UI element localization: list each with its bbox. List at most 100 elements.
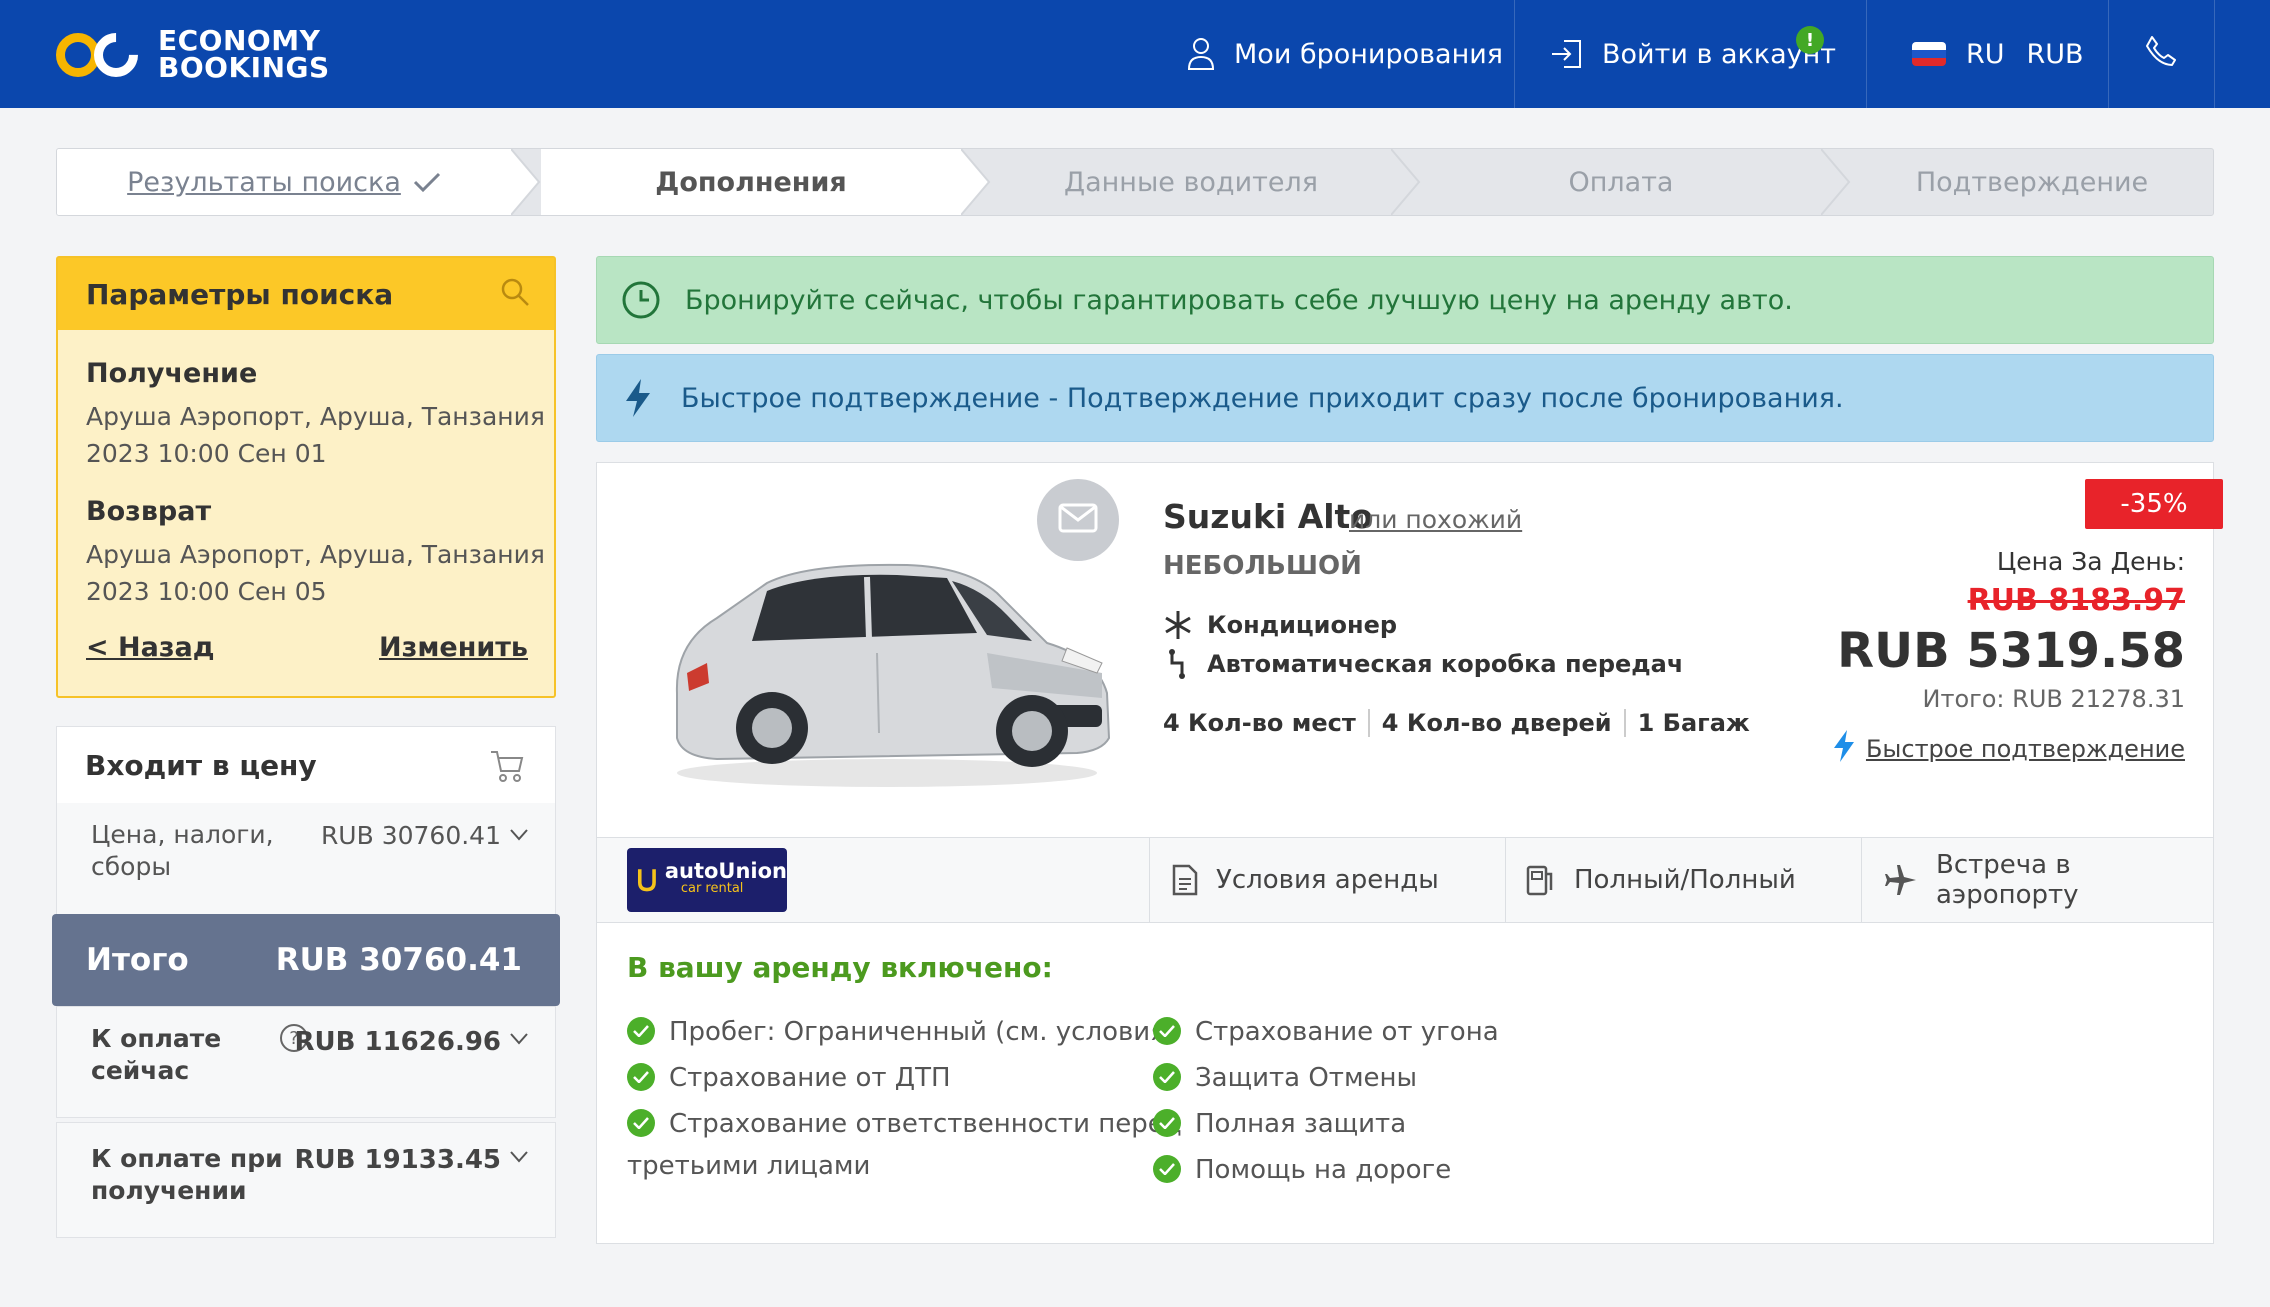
included-item: Защита Отмены <box>1153 1057 1417 1099</box>
logo-mark-icon <box>56 23 150 87</box>
check-circle-icon <box>627 1109 655 1137</box>
back-link[interactable]: < Назад <box>86 632 215 663</box>
fuel-icon <box>1526 864 1556 896</box>
phone-button[interactable] <box>2144 0 2178 108</box>
included-item: Помощь на дороге <box>1153 1149 1451 1191</box>
return-datetime: 2023 10:00 Сен 05 <box>86 577 327 606</box>
discount-badge: -35% <box>2085 479 2223 529</box>
included-item: Страхование ответственности перед <box>627 1103 1182 1145</box>
check-circle-icon <box>627 1063 655 1091</box>
autounion-logo-icon <box>637 869 656 892</box>
best-price-alert-text: Бронируйте сейчас, чтобы гарантировать с… <box>685 284 1793 316</box>
check-circle-icon <box>627 1017 655 1045</box>
quick-confirmation-alert-text: Быстрое подтверждение - Подтверждение пр… <box>681 382 1844 414</box>
price-per-day-label: Цена За День: <box>1996 547 2185 576</box>
car-image <box>675 563 1111 787</box>
tab-rental-terms[interactable]: Условия аренды <box>1149 838 1505 922</box>
supplier-logo: autoUnion car rental <box>627 848 787 912</box>
login-alert-badge: ! <box>1796 26 1824 54</box>
airplane-icon <box>1884 863 1918 897</box>
quick-confirmation-link[interactable]: Быстрое подтверждение <box>1832 729 2185 769</box>
sign-in-icon <box>1550 37 1584 71</box>
chevron-down-icon <box>509 1031 529 1050</box>
login-link[interactable]: Войти в аккаунт <box>1550 0 1836 108</box>
step-divider-icon <box>1391 149 1421 215</box>
my-bookings-label: Мои бронирования <box>1234 38 1504 70</box>
return-location: Аруша Аэропорт, Аруша, Танзания <box>86 540 545 569</box>
phone-icon <box>2144 34 2178 75</box>
quick-confirmation-alert: Быстрое подтверждение - Подтверждение пр… <box>596 354 2214 442</box>
change-search-link[interactable]: Изменить <box>379 632 528 663</box>
document-icon <box>1172 864 1198 896</box>
step-extras: Дополнения <box>541 149 961 215</box>
locale-selector[interactable]: RU RUB <box>1912 0 2084 108</box>
best-price-alert: Бронируйте сейчас, чтобы гарантировать с… <box>596 256 2214 344</box>
clock-icon <box>621 280 661 320</box>
rental-total: Итого: RUB 21278.31 <box>1922 685 2185 713</box>
bags-count: 1 Багаж <box>1637 709 1750 737</box>
doors-count: 4 Кол-во дверей <box>1381 709 1612 737</box>
check-circle-icon <box>1153 1017 1181 1045</box>
russia-flag-icon <box>1912 42 1946 66</box>
lightning-icon <box>1832 729 1856 769</box>
feature-gearbox: Автоматическая коробка передач <box>1163 649 1683 679</box>
currency-label: RUB <box>2026 38 2084 70</box>
car-specs: 4 Кол-во мест 4 Кол-во дверей 1 Багаж <box>1163 709 1750 737</box>
logo-text: ECONOMY BOOKINGS <box>158 24 330 84</box>
or-similar-link[interactable]: или похожий <box>1349 505 1522 534</box>
included-item-continuation: третьими лицами <box>627 1151 871 1181</box>
top-header: ECONOMY BOOKINGS Мои бронирования Войти … <box>0 0 2270 108</box>
step-divider-icon <box>1821 149 1851 215</box>
included-item: Страхование от угона <box>1153 1011 1499 1053</box>
offer-tabs: autoUnion car rental Условия аренды Полн… <box>597 837 2213 923</box>
pay-now-row[interactable]: К оплате сейчас ? RUB 11626.96 <box>56 1006 556 1118</box>
tab-fuel-policy[interactable]: Полный/Полный <box>1505 838 1861 922</box>
pay-on-pickup-value: RUB 19133.45 <box>294 1145 501 1175</box>
return-label: Возврат <box>86 496 212 527</box>
language-label: RU <box>1966 38 2005 70</box>
step-divider-icon <box>511 149 541 215</box>
user-icon <box>1186 36 1216 72</box>
step-confirmation: Подтверждение <box>1915 166 2149 198</box>
old-price: RUB 8183.97 <box>1967 583 2185 618</box>
search-icon[interactable] <box>500 277 530 311</box>
included-title: В вашу аренду включено: <box>627 951 1053 984</box>
included-item: Страхование от ДТП <box>627 1057 951 1099</box>
lightning-icon <box>623 378 653 418</box>
pay-now-value: RUB 11626.96 <box>294 1027 501 1057</box>
total-price-bar: Итого RUB 30760.41 <box>52 914 560 1006</box>
search-parameters-header: Параметры поиска <box>58 258 554 330</box>
my-bookings-link[interactable]: Мои бронирования <box>1186 0 1503 108</box>
cart-icon <box>489 749 525 787</box>
site-logo[interactable]: ECONOMY BOOKINGS <box>56 23 330 87</box>
gearbox-icon <box>1163 649 1193 679</box>
total-label: Итого <box>86 942 189 978</box>
included-item: Полная защита <box>1153 1103 1406 1145</box>
new-price: RUB 5319.58 <box>1837 623 2185 679</box>
price-breakdown-value: RUB 30760.41 <box>320 821 501 850</box>
pickup-label: Получение <box>86 358 258 389</box>
price-summary-panel: Входит в цену Цена, налоги, сборы RUB 30… <box>52 726 560 1238</box>
check-circle-icon <box>1153 1063 1181 1091</box>
search-parameters-panel: Параметры поиска Получение Аруша Аэропор… <box>56 256 556 698</box>
feature-air-conditioning: Кондиционер <box>1163 609 1397 641</box>
price-breakdown-row[interactable]: Цена, налоги, сборы RUB 30760.41 <box>57 803 555 915</box>
seats-count: 4 Кол-во мест <box>1163 709 1356 737</box>
total-value: RUB 30760.41 <box>275 942 522 978</box>
price-included-card: Входит в цену Цена, налоги, сборы RUB 30… <box>56 726 556 916</box>
car-name: Suzuki Alto <box>1163 497 1374 536</box>
check-circle-icon <box>1153 1109 1181 1137</box>
chevron-down-icon <box>509 827 529 846</box>
checkmark-icon <box>413 171 441 193</box>
car-category: НЕБОЛЬШОЙ <box>1163 551 1362 581</box>
chevron-down-icon <box>509 1149 529 1168</box>
pickup-location: Аруша Аэропорт, Аруша, Танзания <box>86 402 545 431</box>
step-divider-icon <box>961 149 991 215</box>
pay-on-pickup-row[interactable]: К оплате при получении RUB 19133.45 <box>56 1122 556 1238</box>
pickup-datetime: 2023 10:00 Сен 01 <box>86 439 327 468</box>
step-search-results[interactable]: Результаты поиска <box>57 149 511 215</box>
step-driver-details: Данные водителя <box>1064 166 1318 198</box>
tab-airport-meet[interactable]: Встреча в аэропорту <box>1861 838 2213 922</box>
snowflake-icon <box>1163 609 1193 641</box>
price-included-title: Входит в цену <box>85 749 317 782</box>
